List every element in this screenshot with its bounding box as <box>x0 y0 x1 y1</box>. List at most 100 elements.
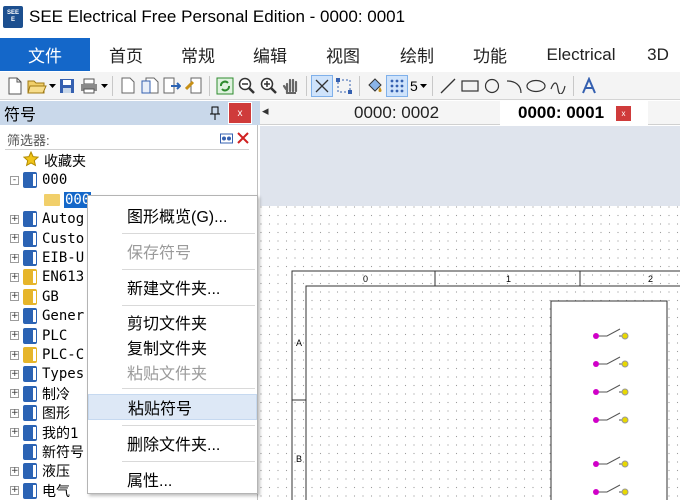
tab-draw[interactable]: 绘制 <box>380 38 454 71</box>
find-icon[interactable] <box>220 132 233 145</box>
tree-node[interactable]: 收藏夹 <box>10 150 86 171</box>
line-icon[interactable] <box>437 75 459 97</box>
tree-node-label: 收藏夹 <box>44 154 86 170</box>
page-icon[interactable] <box>117 75 139 97</box>
menu-separator <box>122 425 255 426</box>
tree-node[interactable]: + EN613 <box>10 267 84 287</box>
print-icon[interactable] <box>78 75 100 97</box>
export-icon[interactable] <box>161 75 183 97</box>
tree-node[interactable]: + PLC <box>10 326 67 346</box>
menu-item-paste-folder[interactable]: 粘贴文件夹 <box>88 359 257 385</box>
tab-scroll-left-icon[interactable]: ◂ <box>262 103 269 119</box>
library-icon <box>23 308 37 325</box>
tab-function[interactable]: 功能 <box>454 38 526 71</box>
curve-icon[interactable] <box>547 75 569 97</box>
library-icon <box>23 327 37 344</box>
new-icon[interactable] <box>4 75 26 97</box>
menu-item-delete-folder[interactable]: 删除文件夹... <box>88 430 257 456</box>
tree-node[interactable]: 新符号 <box>10 442 84 462</box>
tab-edit[interactable]: 编辑 <box>234 38 306 71</box>
tree-node[interactable]: + Gener <box>10 306 84 326</box>
menu-item-properties[interactable]: 属性... <box>88 466 257 492</box>
filter-field[interactable]: 筛选器: <box>5 132 249 150</box>
print-dropdown-icon[interactable] <box>100 75 108 97</box>
tree-node[interactable]: + 液压 <box>10 461 70 481</box>
circle-icon[interactable] <box>481 75 503 97</box>
tree-node[interactable]: 000 <box>44 190 92 210</box>
tree-node[interactable]: + PLC-C <box>10 345 84 365</box>
title-bar: SEE E SEE Electrical Free Personal Editi… <box>0 0 680 34</box>
expand-icon[interactable]: + <box>10 486 19 496</box>
menu-item-paste-symbol[interactable]: 粘贴符号 <box>88 394 257 420</box>
ellipse-icon[interactable] <box>525 75 547 97</box>
expand-icon[interactable]: + <box>10 292 19 302</box>
rectangle-icon[interactable] <box>459 75 481 97</box>
expand-icon[interactable]: + <box>10 369 19 379</box>
tree-node[interactable]: + Types <box>10 364 84 384</box>
library-icon <box>23 269 37 286</box>
select-area-icon[interactable] <box>333 75 355 97</box>
tree-node[interactable]: + EIB-U <box>10 248 84 268</box>
drawing-canvas[interactable]: 0 1 2 A B <box>260 126 680 500</box>
paint-icon[interactable] <box>364 75 386 97</box>
expand-icon[interactable]: + <box>10 466 19 476</box>
open-dropdown-icon[interactable] <box>48 75 56 97</box>
menu-item-save-symbol[interactable]: 保存符号 <box>88 238 257 264</box>
text-icon[interactable] <box>578 75 600 97</box>
expand-icon[interactable]: + <box>10 389 19 399</box>
arc-icon[interactable] <box>503 75 525 97</box>
grid-icon[interactable] <box>386 74 408 97</box>
tab-home[interactable]: 首页 <box>90 38 162 71</box>
tree-node[interactable]: - 000 <box>10 170 67 190</box>
menu-separator <box>122 388 255 389</box>
expand-icon[interactable]: + <box>10 253 19 263</box>
star-icon <box>22 150 44 171</box>
open-icon[interactable] <box>26 75 48 97</box>
tree-node[interactable]: + 电气 <box>10 481 70 500</box>
expand-icon[interactable]: + <box>10 408 19 418</box>
tab-view[interactable]: 视图 <box>306 38 380 71</box>
tab-document-0001[interactable]: 0000: 0001 x <box>500 101 648 125</box>
import-icon[interactable] <box>183 75 205 97</box>
zoom-out-icon[interactable] <box>236 75 258 97</box>
menu-item-new-folder[interactable]: 新建文件夹... <box>88 274 257 300</box>
expand-icon[interactable]: + <box>10 428 19 438</box>
tab-close-button[interactable]: x <box>616 105 632 121</box>
expand-icon[interactable]: + <box>10 272 19 282</box>
tree-node[interactable]: + Autog <box>10 209 84 229</box>
tree-node[interactable]: + 图形 <box>10 403 70 423</box>
tab-3d[interactable]: 3D <box>636 38 680 71</box>
tab-general[interactable]: 常规 <box>162 38 234 71</box>
panel-close-button[interactable]: x <box>228 102 252 124</box>
tree-node[interactable]: + 我的1 <box>10 423 78 443</box>
tab-electrical[interactable]: Electrical <box>526 38 636 71</box>
tree-node[interactable]: + 制冷 <box>10 384 70 404</box>
tab-file[interactable]: 文件 <box>0 38 90 71</box>
menu-item-cut-folder[interactable]: 剪切文件夹 <box>88 309 257 335</box>
library-icon <box>23 405 37 422</box>
menu-item-copy-folder[interactable]: 复制文件夹 <box>88 334 257 360</box>
expand-icon[interactable]: + <box>10 331 19 341</box>
menu-item-graphic-overview[interactable]: 图形概览(G)... <box>88 202 257 228</box>
symbol-preview-box[interactable] <box>550 300 668 500</box>
grid-size-value[interactable]: 5 <box>410 78 418 94</box>
expand-icon[interactable]: + <box>10 311 19 321</box>
tree-node[interactable]: + Custo <box>10 229 84 249</box>
select-icon[interactable] <box>311 74 333 97</box>
save-icon[interactable] <box>56 75 78 97</box>
app-logo-text-bottom: E <box>10 17 15 23</box>
collapse-icon[interactable]: - <box>10 175 19 185</box>
tree-node[interactable]: + GB <box>10 287 59 307</box>
refresh-icon[interactable] <box>214 75 236 97</box>
clear-filter-icon[interactable] <box>236 132 249 145</box>
zoom-in-icon[interactable] <box>258 75 280 97</box>
tab-document-0002[interactable]: 0000: 0002 <box>354 101 439 125</box>
pin-icon[interactable] <box>206 103 224 123</box>
expand-icon[interactable]: + <box>10 350 19 360</box>
expand-icon[interactable]: + <box>10 214 19 224</box>
expand-icon[interactable]: + <box>10 234 19 244</box>
pages-icon[interactable] <box>139 75 161 97</box>
pan-hand-icon[interactable] <box>280 75 302 97</box>
toolbar-separator <box>112 75 113 96</box>
grid-dropdown-icon[interactable] <box>420 75 428 97</box>
